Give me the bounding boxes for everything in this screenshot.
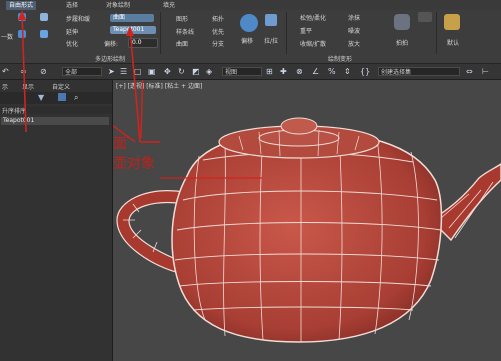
default-label: 默认 (447, 40, 460, 47)
ribbon-divider (286, 12, 287, 54)
ribbon-divider (436, 12, 437, 54)
snap-icon[interactable]: ⊗ (296, 67, 303, 76)
create-selection-set-dropdown[interactable]: 创建选择集 (378, 67, 460, 76)
scale-icon[interactable]: ◩ (192, 67, 200, 76)
scene-explorer-menu: 示 显示 自定义 (0, 82, 112, 91)
paint-item-relax[interactable]: 松弛/柔化 (300, 13, 326, 22)
main-toolbar: ↶ ∞ ⊘ 全部 ➤ ☰ ▢ ▣ ✥ ↻ ◩ ◈ 视图 ⊞ ✚ ⊗ ∠ % ⇕ … (0, 64, 501, 80)
conform-icon[interactable] (265, 14, 277, 26)
undo-icon[interactable]: ↶ (2, 67, 9, 76)
surface-dropdown[interactable]: 曲面 (110, 14, 154, 22)
panel-title-polydraw: 多边形绘制 (94, 56, 125, 63)
shape-item-surface[interactable]: 曲面 (176, 39, 188, 48)
place-icon[interactable]: ◈ (206, 67, 212, 76)
tab-object-paint[interactable]: 对象绘制 (103, 1, 133, 10)
spinner-snap-icon[interactable]: ⇕ (344, 67, 351, 76)
panel-title-paint-deform: 绘制变形 (327, 56, 352, 63)
pivot-icon[interactable]: ⊞ (266, 67, 273, 76)
draw-on-icon[interactable] (40, 13, 48, 21)
scene-explorer: 示 显示 自定义 ▼ ⌕ 升序排序 Teapot001 (0, 80, 113, 361)
pull-label: 拉/拉 (264, 38, 279, 45)
offset-input[interactable]: 0.0 (128, 38, 158, 48)
paint-item-amplify[interactable]: 放大 (348, 39, 360, 48)
annotation-text-switch: 切换到曲面 (113, 136, 127, 152)
teapot-scene (113, 80, 501, 343)
topo-item-topology[interactable]: 拓扑 (212, 14, 224, 23)
annotation-text-select: 选择该茶壶对象 (113, 156, 155, 172)
reference-coord-dropdown[interactable]: 视图 (222, 67, 262, 76)
extend-icon[interactable] (18, 30, 26, 38)
ribbon-left-label: 一数 (1, 34, 14, 41)
paint-item-smudge[interactable]: 涂抹 (348, 13, 360, 22)
optimize-icon[interactable] (40, 30, 48, 38)
topo-item-priority[interactable]: 优先 (212, 27, 224, 36)
link-icon[interactable]: ∞ (20, 67, 27, 76)
erase-label: 偏移 (241, 38, 254, 45)
window-crossing-icon[interactable]: ▣ (148, 67, 156, 76)
tab-selection[interactable]: 选择 (63, 1, 81, 10)
filter-icon[interactable]: ▼ (38, 93, 44, 102)
mirror-icon[interactable]: ⇔ (466, 67, 473, 76)
polydraw-item-optimize[interactable]: 优化 (66, 39, 78, 48)
brush-icon[interactable] (444, 14, 460, 30)
select-icon[interactable]: ➤ (108, 67, 115, 76)
ribbon-divider (160, 12, 161, 54)
scene-explorer-toolbar: ▼ ⌕ (0, 92, 112, 104)
teapot-body[interactable] (171, 131, 443, 343)
percent-snap-icon[interactable]: % (328, 67, 336, 76)
draw-icon[interactable] (18, 13, 26, 21)
display-objects-icon[interactable] (58, 93, 66, 101)
polydraw-item-extend[interactable]: 延伸 (66, 27, 78, 36)
select-manipulate-icon[interactable]: ✚ (280, 67, 287, 76)
menu-display-short[interactable]: 示 (2, 82, 8, 91)
shift-icon[interactable] (394, 14, 410, 30)
select-by-name-icon[interactable]: ☰ (120, 67, 127, 76)
tab-freeform[interactable]: 自由形式 (6, 1, 37, 10)
teapot-lid[interactable] (218, 117, 380, 159)
shape-item-splines[interactable]: 样条线 (176, 27, 194, 36)
offset-label: 偏移: (104, 41, 119, 48)
unlink-icon[interactable]: ⊘ (40, 67, 47, 76)
menu-display[interactable]: 显示 (22, 82, 34, 91)
paint-item-flatten[interactable]: 重平 (300, 26, 312, 35)
ribbon: 一数 步履和缓 延伸 优化 曲面 Teapot001 偏移: 0.0 多边形绘制… (0, 10, 501, 64)
rect-select-icon[interactable]: ▢ (134, 67, 142, 76)
selection-filter-dropdown[interactable]: 全部 (62, 67, 102, 76)
menu-customize[interactable]: 自定义 (52, 82, 70, 91)
move-icon[interactable]: ✥ (164, 67, 171, 76)
erase-icon[interactable] (240, 14, 258, 32)
panel-expand-icon[interactable] (418, 12, 432, 22)
paint-item-shrink[interactable]: 收缩/扩散 (300, 39, 326, 48)
polydraw-item-step[interactable]: 步履和缓 (66, 14, 90, 23)
surface-object-field[interactable]: Teapot001 (110, 26, 156, 34)
find-icon[interactable]: ⌕ (74, 93, 78, 103)
sort-header[interactable]: 升序排序 (0, 106, 112, 115)
angle-snap-icon[interactable]: ∠ (312, 67, 319, 76)
list-item-teapot[interactable]: Teapot001 (1, 117, 109, 125)
shape-item-shapes[interactable]: 图形 (176, 14, 188, 23)
rotate-icon[interactable]: ↻ (178, 67, 185, 76)
paint-item-noise[interactable]: 噪波 (348, 26, 360, 35)
perspective-viewport[interactable]: [+] [透视] [标准] [粘土 + 边面] 面 壶对象 (113, 80, 501, 361)
tab-populate[interactable]: 填充 (160, 1, 178, 10)
align-icon[interactable]: ⊢ (482, 67, 489, 76)
edit-named-sets-icon[interactable]: {} (360, 67, 370, 76)
shift-label: 拍拍 (396, 40, 409, 47)
topo-item-branches[interactable]: 分支 (212, 39, 224, 48)
